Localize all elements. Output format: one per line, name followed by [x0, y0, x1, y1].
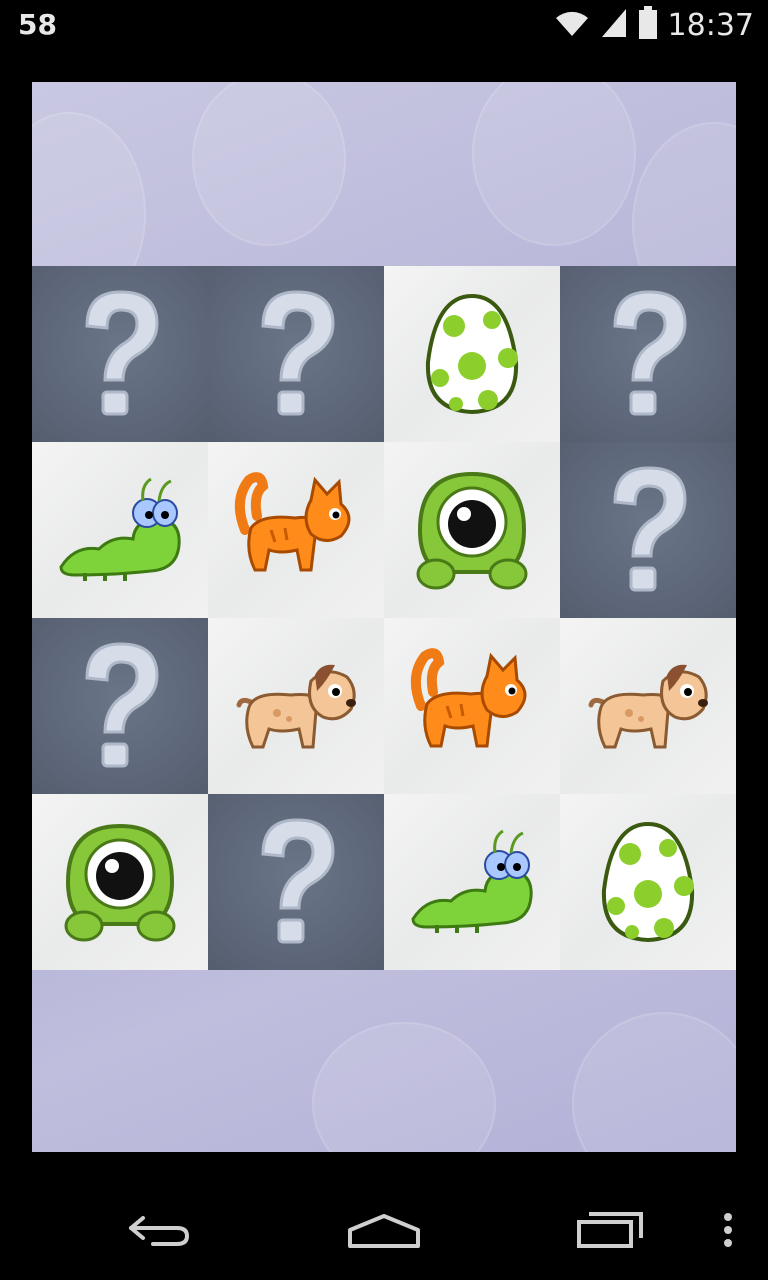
dog-icon: [231, 651, 361, 761]
recent-apps-button[interactable]: [560, 1180, 660, 1280]
revealed-card[interactable]: [32, 794, 208, 970]
question-mark-icon: [241, 812, 351, 952]
revealed-card[interactable]: [384, 794, 560, 970]
hidden-card[interactable]: [560, 442, 736, 618]
eye-monster-icon: [412, 468, 532, 592]
navigation-bar: [0, 1180, 768, 1280]
cat-icon: [407, 646, 537, 766]
game-board: [32, 82, 736, 1152]
background-decoration: [472, 82, 636, 246]
wifi-icon: [554, 8, 590, 43]
back-icon: [129, 1216, 190, 1246]
overflow-menu-icon: [724, 1213, 732, 1247]
home-button[interactable]: [334, 1180, 434, 1280]
egg-icon: [598, 820, 698, 944]
dog-icon: [583, 651, 713, 761]
eye-monster-icon: [60, 820, 180, 944]
cat-icon: [231, 470, 361, 590]
question-mark-icon: [593, 460, 703, 600]
question-mark-icon: [593, 284, 703, 424]
question-mark-icon: [65, 284, 175, 424]
revealed-card[interactable]: [208, 442, 384, 618]
revealed-card[interactable]: [32, 442, 208, 618]
clock: 18:37: [667, 7, 754, 43]
recent-apps-icon: [577, 1212, 643, 1248]
notification-count: 58: [18, 8, 57, 41]
hidden-card[interactable]: [32, 266, 208, 442]
question-mark-icon: [65, 636, 175, 776]
caterpillar-icon: [55, 475, 185, 585]
revealed-card[interactable]: [208, 618, 384, 794]
hidden-card[interactable]: [32, 618, 208, 794]
caterpillar-icon: [407, 827, 537, 937]
revealed-card[interactable]: [560, 618, 736, 794]
revealed-card[interactable]: [560, 794, 736, 970]
hidden-card[interactable]: [560, 266, 736, 442]
egg-icon: [422, 292, 522, 416]
signal-icon: [600, 7, 628, 44]
status-bar: 58 18:37: [0, 0, 768, 50]
background-decoration: [572, 1012, 736, 1152]
battery-icon: [638, 5, 658, 45]
revealed-card[interactable]: [384, 266, 560, 442]
revealed-card[interactable]: [384, 442, 560, 618]
background-decoration: [192, 82, 346, 246]
question-mark-icon: [241, 284, 351, 424]
background-decoration: [312, 1022, 496, 1152]
hidden-card[interactable]: [208, 266, 384, 442]
home-icon: [348, 1214, 420, 1248]
back-button[interactable]: [110, 1180, 210, 1280]
overflow-menu-button[interactable]: [708, 1180, 748, 1280]
tile-grid: [32, 266, 736, 970]
revealed-card[interactable]: [384, 618, 560, 794]
status-icons: 18:37: [554, 5, 754, 45]
hidden-card[interactable]: [208, 794, 384, 970]
